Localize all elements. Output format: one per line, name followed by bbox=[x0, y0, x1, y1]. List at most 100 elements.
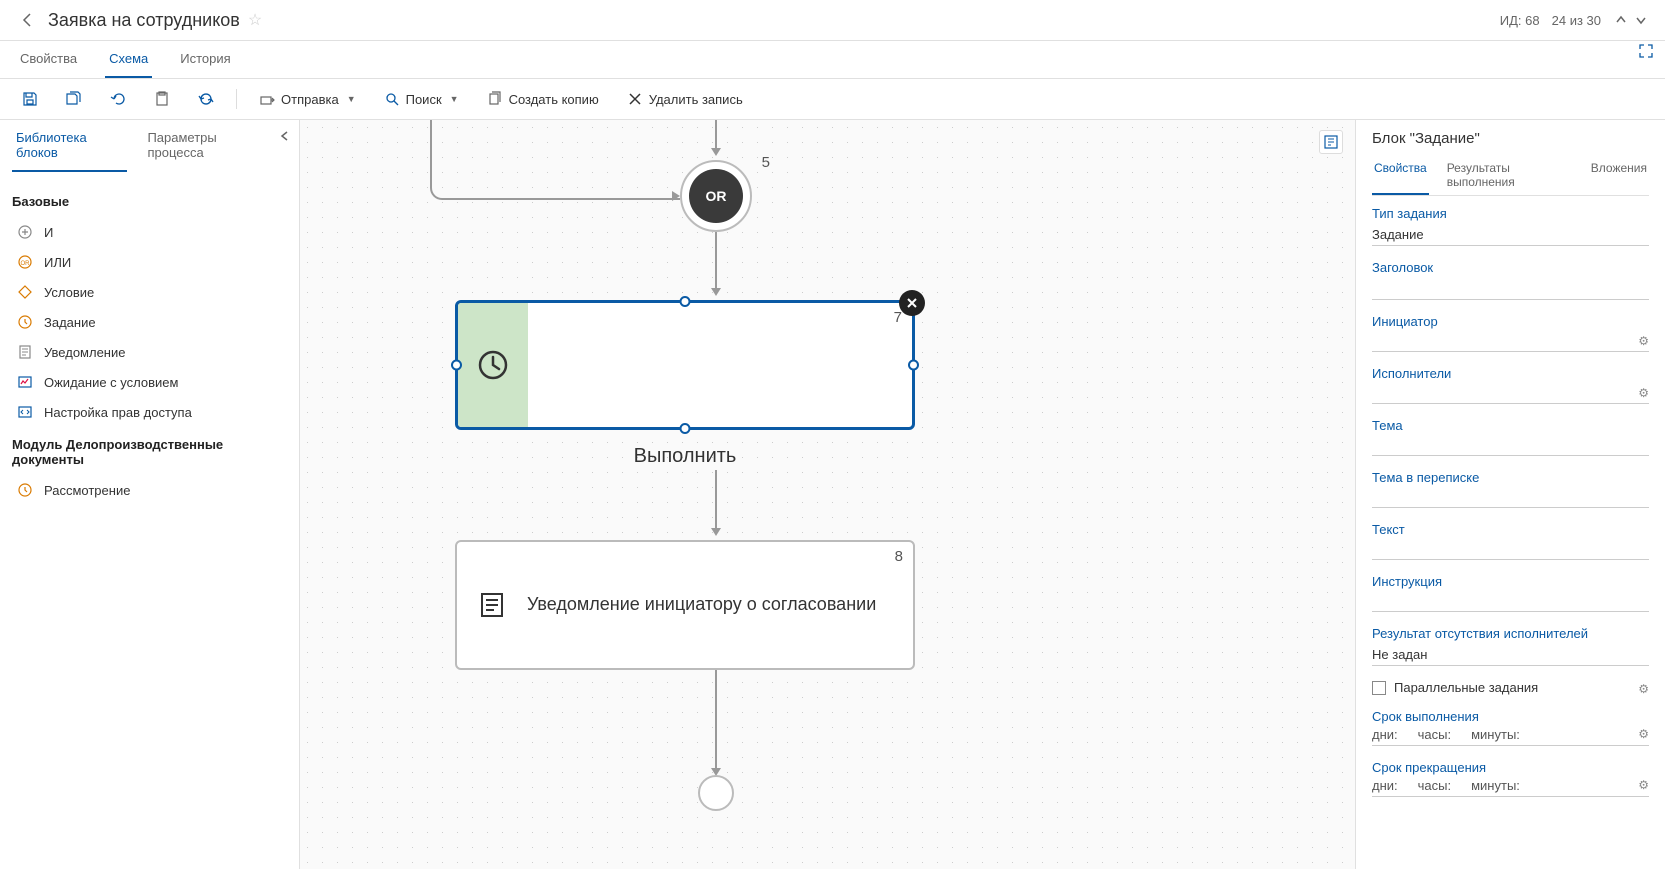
panel-tab-attachments[interactable]: Вложения bbox=[1589, 155, 1649, 195]
field-label: Исполнители bbox=[1372, 366, 1649, 381]
performers-input[interactable]: ⚙ bbox=[1372, 384, 1649, 404]
block-task[interactable]: Задание bbox=[12, 307, 287, 337]
panel-tab-results[interactable]: Результаты выполнения bbox=[1445, 155, 1573, 195]
task-node[interactable]: 7 bbox=[455, 300, 915, 430]
port-right[interactable] bbox=[908, 360, 919, 371]
next-node-preview[interactable] bbox=[698, 775, 734, 811]
block-label: И bbox=[44, 225, 53, 240]
subject-input[interactable] bbox=[1372, 436, 1649, 456]
next-record-button[interactable] bbox=[1633, 12, 1649, 28]
tab-properties[interactable]: Свойства bbox=[16, 41, 81, 78]
tab-history[interactable]: История bbox=[176, 41, 234, 78]
arrow-head-icon bbox=[711, 528, 721, 536]
field-label: Срок выполнения bbox=[1372, 709, 1649, 724]
settings-icon[interactable]: ⚙ bbox=[1638, 386, 1649, 400]
settings-icon[interactable]: ⚙ bbox=[1638, 727, 1649, 741]
send-button[interactable]: Отправка ▼ bbox=[253, 87, 362, 111]
save-all-icon bbox=[66, 91, 82, 107]
canvas[interactable]: OR 5 7 Выполнить bbox=[300, 120, 1355, 869]
connector-line bbox=[715, 470, 717, 530]
notification-node[interactable]: Уведомление инициатору о согласовании 8 bbox=[455, 540, 915, 670]
block-notification[interactable]: Уведомление bbox=[12, 337, 287, 367]
or-node-label: OR bbox=[689, 169, 743, 223]
delete-label: Удалить запись bbox=[649, 92, 743, 107]
field-task-type: Тип задания Задание bbox=[1372, 206, 1649, 246]
days-label: дни: bbox=[1372, 727, 1398, 742]
chart-icon bbox=[16, 373, 34, 391]
deadline-input[interactable]: дни: часы: минуты: ⚙ bbox=[1372, 727, 1649, 746]
favorite-star-icon[interactable]: ☆ bbox=[248, 10, 262, 30]
field-value[interactable]: Задание bbox=[1372, 224, 1649, 246]
heading-input[interactable] bbox=[1372, 278, 1649, 300]
search-button[interactable]: Поиск ▼ bbox=[378, 87, 465, 111]
port-left[interactable] bbox=[451, 360, 462, 371]
termination-input[interactable]: дни: часы: минуты: ⚙ bbox=[1372, 778, 1649, 797]
chevron-down-icon: ▼ bbox=[450, 94, 459, 104]
block-access-rights[interactable]: Настройка прав доступа bbox=[12, 397, 287, 427]
port-bottom[interactable] bbox=[680, 423, 691, 434]
doc-icon bbox=[16, 343, 34, 361]
clipboard-icon bbox=[154, 91, 170, 107]
create-copy-button[interactable]: Создать копию bbox=[481, 87, 605, 111]
paste-button[interactable] bbox=[148, 87, 176, 111]
refresh-button[interactable] bbox=[192, 87, 220, 111]
field-label: Тема bbox=[1372, 418, 1649, 433]
block-label: Ожидание с условием bbox=[44, 375, 178, 390]
block-or[interactable]: OR ИЛИ bbox=[12, 247, 287, 277]
connector-line bbox=[430, 150, 680, 200]
panel-tab-properties[interactable]: Свойства bbox=[1372, 155, 1429, 195]
main-layout: Библиотека блоков Параметры процесса Баз… bbox=[0, 120, 1665, 869]
tab-scheme[interactable]: Схема bbox=[105, 41, 152, 78]
prev-record-button[interactable] bbox=[1613, 12, 1629, 28]
plus-circle-icon bbox=[16, 223, 34, 241]
dot-grid bbox=[300, 120, 1355, 869]
canvas-settings-button[interactable] bbox=[1319, 130, 1343, 154]
copy-label: Создать копию bbox=[509, 92, 599, 107]
code-icon bbox=[16, 403, 34, 421]
tab-process-params[interactable]: Параметры процесса bbox=[143, 120, 271, 172]
settings-icon[interactable]: ⚙ bbox=[1638, 334, 1649, 348]
settings-icon[interactable]: ⚙ bbox=[1638, 778, 1649, 792]
left-panel: Библиотека блоков Параметры процесса Баз… bbox=[0, 120, 300, 869]
collapse-left-panel-button[interactable] bbox=[279, 130, 291, 145]
text-input[interactable] bbox=[1372, 540, 1649, 560]
block-and[interactable]: И bbox=[12, 217, 287, 247]
field-termination: Срок прекращения дни: часы: минуты: ⚙ bbox=[1372, 760, 1649, 797]
field-parallel-tasks[interactable]: Параллельные задания ⚙ bbox=[1372, 680, 1649, 695]
initiator-input[interactable]: ⚙ bbox=[1372, 332, 1649, 352]
undo-button[interactable] bbox=[104, 87, 132, 111]
port-top[interactable] bbox=[680, 296, 691, 307]
noperf-result-value[interactable]: Не задан bbox=[1372, 644, 1649, 666]
block-label: Уведомление bbox=[44, 345, 125, 360]
hours-label: часы: bbox=[1418, 727, 1451, 742]
diamond-icon bbox=[16, 283, 34, 301]
field-label: Срок прекращения bbox=[1372, 760, 1649, 775]
expand-window-icon[interactable] bbox=[1639, 44, 1657, 62]
instruction-input[interactable] bbox=[1372, 592, 1649, 612]
block-label: Настройка прав доступа bbox=[44, 405, 192, 420]
connector-line bbox=[715, 232, 717, 292]
checkbox[interactable] bbox=[1372, 681, 1386, 695]
delete-node-button[interactable] bbox=[899, 290, 925, 316]
tab-block-library[interactable]: Библиотека блоков bbox=[12, 120, 127, 172]
or-node[interactable]: OR 5 bbox=[680, 160, 752, 232]
field-initiator: Инициатор ⚙ bbox=[1372, 314, 1649, 352]
block-label: Условие bbox=[44, 285, 94, 300]
block-library: Базовые И OR ИЛИ Условие Задание Уведомл… bbox=[0, 172, 299, 517]
back-button[interactable] bbox=[16, 8, 40, 32]
save-icon bbox=[22, 91, 38, 107]
send-icon bbox=[259, 91, 275, 107]
checkbox-label: Параллельные задания bbox=[1394, 680, 1538, 695]
subject-thread-input[interactable] bbox=[1372, 488, 1649, 508]
settings-icon[interactable]: ⚙ bbox=[1638, 682, 1649, 696]
block-wait-condition[interactable]: Ожидание с условием bbox=[12, 367, 287, 397]
delete-button[interactable]: Удалить запись bbox=[621, 87, 749, 111]
block-condition[interactable]: Условие bbox=[12, 277, 287, 307]
field-deadline: Срок выполнения дни: часы: минуты: ⚙ bbox=[1372, 709, 1649, 746]
block-review[interactable]: Рассмотрение bbox=[12, 475, 287, 505]
minutes-label: минуты: bbox=[1471, 778, 1520, 793]
save-all-button[interactable] bbox=[60, 87, 88, 111]
save-button[interactable] bbox=[16, 87, 44, 111]
connector-line bbox=[715, 120, 717, 150]
main-tabs: Свойства Схема История bbox=[0, 41, 1665, 79]
